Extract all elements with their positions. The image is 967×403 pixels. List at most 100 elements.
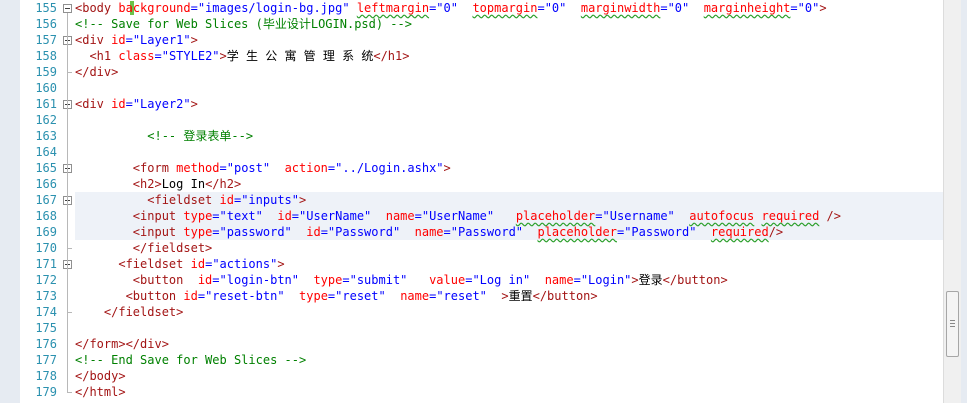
outline-guide-end	[67, 248, 72, 249]
value-token: "Log in"	[472, 273, 531, 287]
left-frame	[0, 0, 20, 403]
code-line[interactable]: <form method="post" action="../Login.ash…	[75, 160, 451, 176]
text-token: 登录	[638, 273, 663, 287]
value-token: "0"	[544, 1, 567, 15]
text-token: Log In	[161, 177, 206, 191]
line-number: 166	[35, 177, 57, 191]
attribute-token: name	[385, 209, 415, 223]
line-number: 160	[35, 81, 57, 95]
line-number: 169	[35, 225, 57, 239]
value-token: =	[790, 1, 798, 15]
tag-token: <h2>	[132, 177, 162, 191]
attribute-token: name	[400, 289, 430, 303]
tag-token: <button	[125, 289, 177, 303]
code-line[interactable]: <!-- 登录表单-->	[75, 128, 253, 144]
code-line[interactable]: <button id="reset-btn" type="reset" name…	[75, 288, 598, 304]
line-number: 171	[35, 257, 57, 271]
code-line[interactable]: <h1 class="STYLE2">学 生 公 寓 管 理 系 统</h1>	[75, 48, 409, 64]
value-token: "Layer2"	[132, 97, 191, 111]
code-line[interactable]: </div>	[75, 64, 118, 80]
code-line[interactable]: <fieldset id="actions">	[75, 256, 284, 272]
line-number: 175	[35, 321, 57, 335]
code-line[interactable]: </html>	[75, 384, 126, 400]
attribute-token: placeholder	[537, 225, 617, 239]
code-line[interactable]: <button id="login-btn" type="submit" val…	[75, 272, 728, 288]
line-number: 164	[35, 145, 57, 159]
vertical-scrollbar[interactable]	[943, 0, 961, 403]
attribute-token: marginheight	[703, 1, 791, 15]
tag-token: <input	[132, 225, 177, 239]
grip-line	[950, 326, 955, 327]
attribute-token: required	[761, 209, 820, 223]
value-token: "UserName"	[299, 209, 372, 223]
code-area[interactable]: <body background="images/login-bg.jpg" l…	[75, 0, 943, 403]
value-token: "0"	[436, 1, 458, 15]
tag-token: >	[819, 1, 827, 15]
grip-line	[950, 320, 955, 321]
code-line[interactable]: <h2>Log In</h2>	[75, 176, 241, 192]
value-token: =	[212, 273, 220, 287]
value-token: =	[342, 273, 350, 287]
tag-token: </body>	[75, 369, 126, 383]
collapse-toggle-icon[interactable]	[63, 4, 72, 13]
scrollbar-thumb[interactable]	[946, 291, 959, 357]
value-token: =	[154, 49, 162, 63]
outline-guide	[67, 45, 68, 72]
value-token: =	[212, 225, 220, 239]
code-editor[interactable]: 155 156 157 158 159 160 161 162 163 164 165 166 167 1…	[0, 0, 967, 403]
value-token: "submit"	[349, 273, 408, 287]
value-token: "Password"	[450, 225, 524, 239]
value-token: =	[595, 209, 603, 223]
outlining-margin	[60, 0, 134, 403]
code-line[interactable]: </fieldset>	[75, 240, 212, 256]
tag-token: />	[826, 209, 841, 223]
code-line[interactable]: <body background="images/login-bg.jpg" l…	[75, 0, 827, 16]
tag-token: <fieldset	[118, 257, 184, 271]
value-token: "../Login.ashx"	[335, 161, 444, 175]
code-line[interactable]: <div id="Layer2">	[75, 96, 198, 112]
line-number: 155	[35, 1, 57, 15]
text-token: 学 生 公 寓 管 理 系 统	[226, 49, 374, 63]
code-line[interactable]: <fieldset id="inputs">	[75, 192, 306, 208]
tag-token: </h2>	[205, 177, 242, 191]
value-token: =	[320, 225, 328, 239]
attribute-token: marginwidth	[580, 1, 661, 15]
code-line[interactable]: <div id="Layer1">	[75, 32, 198, 48]
attribute-token: value	[429, 273, 466, 287]
tag-token: />	[768, 225, 784, 239]
tag-token: <form	[132, 161, 169, 175]
value-token: =	[219, 161, 227, 175]
outline-guide-end	[67, 72, 72, 73]
attribute-token: id	[306, 225, 321, 239]
code-line[interactable]: </body>	[75, 368, 126, 384]
attribute-token: required	[710, 225, 769, 239]
attribute-token: topmargin	[472, 1, 538, 15]
attribute-token: id	[219, 193, 234, 207]
value-token: "login-btn"	[219, 273, 299, 287]
value-token: "STYLE2"	[161, 49, 220, 63]
value-token: "0"	[667, 1, 690, 15]
code-line[interactable]: <input type="text" id="UserName" name="U…	[75, 208, 841, 224]
attribute-token: name	[414, 225, 444, 239]
code-line[interactable]: <!-- End Save for Web Slices -->	[75, 352, 306, 368]
code-line[interactable]: <input type="password" id="Password" nam…	[75, 224, 783, 240]
value-token: "reset"	[436, 289, 487, 303]
value-token: =	[537, 1, 545, 15]
code-line[interactable]: <!-- Save for Web Slices (毕业设计LOGIN.psd)…	[75, 16, 412, 32]
attribute-token: method	[176, 161, 220, 175]
tag-token: <div	[75, 97, 104, 111]
tag-token: </h1>	[373, 49, 410, 63]
attribute-token: type	[183, 225, 213, 239]
code-line[interactable]: </form></div>	[75, 336, 169, 352]
code-line[interactable]: </fieldset>	[75, 304, 183, 320]
